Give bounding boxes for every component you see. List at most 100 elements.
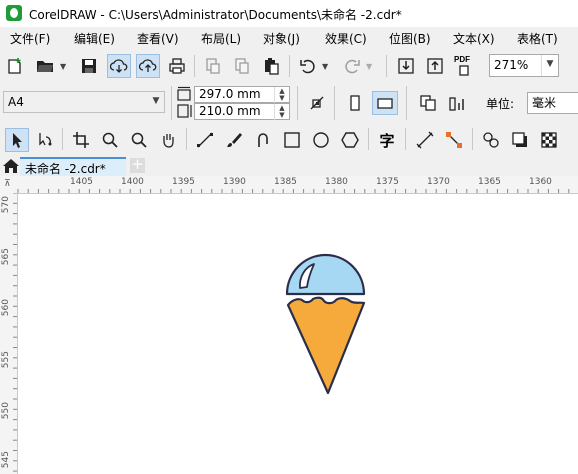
page-height-icon [175,103,193,119]
toolbar-separator [171,86,172,120]
paste-icon[interactable] [260,55,282,77]
menu-object[interactable]: 对象(J) [263,30,300,47]
ruler-label: 545 [1,451,11,469]
blend-tool-icon[interactable] [480,129,502,151]
toolbar-separator [386,55,387,77]
svg-text:⊼: ⊼ [4,179,11,189]
ellipse-tool-icon[interactable] [310,129,332,151]
units-select[interactable]: 毫米 [527,92,578,114]
ice-cream-scoop[interactable] [285,253,366,296]
zoom-tool-icon[interactable] [99,129,121,151]
import-icon[interactable] [395,55,417,77]
portrait-orientation-icon[interactable] [344,92,366,114]
publish-pdf-icon[interactable]: PDF [453,55,475,77]
connector-tool-icon[interactable] [443,129,465,151]
menu-text[interactable]: 文本(X) [453,30,495,47]
menu-table[interactable]: 表格(T) [517,30,558,47]
ruler-label: 1380 [325,177,348,187]
toolbar-separator [186,128,187,150]
ruler-label: 1375 [376,177,399,187]
copy-icon[interactable] [231,55,253,77]
freehand-tool-icon[interactable] [194,129,216,151]
menu-file[interactable]: 文件(F) [10,30,50,47]
new-document-icon[interactable] [4,55,26,77]
page-width-input[interactable]: 297.0 mm ▲ ▼ [194,86,290,103]
undo-icon[interactable] [297,55,319,77]
transparency-tool-icon[interactable] [538,129,560,151]
redo-icon[interactable] [341,55,363,77]
property-bar: A4 ▼ 297.0 mm ▲ ▼ 210.0 mm ▲ ▼ 单位: 毫米 [0,83,578,123]
save-icon[interactable] [78,55,100,77]
width-decrement-icon[interactable]: ▼ [274,94,289,103]
ruler-label: 565 [1,248,11,266]
drawing-canvas[interactable] [18,194,578,474]
undo-dropdown-chevron-icon[interactable]: ▼ [322,62,328,71]
horizontal-ruler[interactable]: ⊼ 1405 1400 1395 1390 1385 1380 1375 137… [0,176,578,194]
ruler-label: 550 [1,402,11,420]
text-tool-icon[interactable]: 字 [376,129,398,151]
pan-tool-icon[interactable] [157,129,179,151]
menu-layout[interactable]: 布局(L) [201,30,241,47]
zoom-level-select[interactable]: 271% ▼ [489,54,559,77]
page-size-value: A4 [8,95,24,109]
shape-tool-icon[interactable] [34,129,56,151]
pick-tool-icon[interactable] [5,128,29,152]
landscape-orientation-icon[interactable] [372,91,398,115]
drop-shadow-tool-icon[interactable] [509,129,531,151]
toolbar-separator [405,128,406,150]
redo-dropdown-chevron-icon[interactable]: ▼ [366,62,372,71]
page-size-dropdown-chevron-icon[interactable]: ▼ [148,92,164,112]
title-bar: CorelDRAW - C:\Users\Administrator\Docum… [0,0,578,27]
vertical-ruler-ticks [13,193,17,472]
zoom-out-tool-icon[interactable] [128,129,150,151]
toolbar-separator [62,128,63,150]
rectangle-tool-icon[interactable] [281,129,303,151]
zoom-dropdown-chevron-icon[interactable]: ▼ [541,55,558,76]
open-dropdown-chevron-icon[interactable]: ▼ [60,62,66,71]
ruler-label: 1390 [223,177,246,187]
ruler-label: 1400 [121,177,144,187]
ice-cream-drawing[interactable] [284,247,368,397]
new-tab-plus-icon[interactable]: + [130,157,145,173]
toolbar-separator [194,55,195,77]
ruler-label: 560 [1,299,11,317]
page-layout-icon[interactable] [306,92,328,114]
toolbox: 字 [0,123,578,156]
page-height-input[interactable]: 210.0 mm ▲ ▼ [194,103,290,120]
all-pages-icon[interactable] [417,92,439,114]
height-decrement-icon[interactable]: ▼ [274,111,289,120]
menu-effects[interactable]: 效果(C) [325,30,367,47]
cloud-upload-icon[interactable] [136,54,160,78]
crop-tool-icon[interactable] [70,129,92,151]
page-width-icon [175,86,193,102]
units-value: 毫米 [532,96,557,110]
cloud-download-icon[interactable] [107,54,131,78]
ruler-label: 555 [1,351,11,369]
ice-cream-cone[interactable] [286,296,366,395]
current-page-icon[interactable] [446,92,468,114]
bezier-curve-tool-icon[interactable] [252,129,274,151]
page-width-value: 297.0 mm [199,87,261,101]
parallel-dimension-tool-icon[interactable] [414,129,436,151]
toolbar-separator [297,86,298,120]
vertical-ruler[interactable]: 570 565 560 555 550 545 [0,193,18,474]
toolbar-separator [289,55,290,77]
export-icon[interactable] [424,55,446,77]
menu-view[interactable]: 查看(V) [137,30,179,47]
toolbar-separator [368,128,369,150]
menu-edit[interactable]: 编辑(E) [74,30,115,47]
menu-bitmaps[interactable]: 位图(B) [389,30,431,47]
page-size-select[interactable]: A4 ▼ [3,91,165,113]
print-icon[interactable] [166,55,188,77]
artistic-media-tool-icon[interactable] [223,129,245,151]
home-icon[interactable] [2,158,20,174]
polygon-tool-icon[interactable] [339,129,361,151]
toolbar-separator [406,86,407,120]
document-tab[interactable]: 未命名 -2.cdr* [20,157,126,176]
open-folder-icon[interactable] [34,55,56,77]
window-title: CorelDRAW - C:\Users\Administrator\Docum… [29,8,402,22]
ruler-label: 570 [1,196,11,214]
toolbar-separator [334,86,335,120]
ruler-label: 1360 [529,177,552,187]
cut-icon[interactable] [202,55,224,77]
